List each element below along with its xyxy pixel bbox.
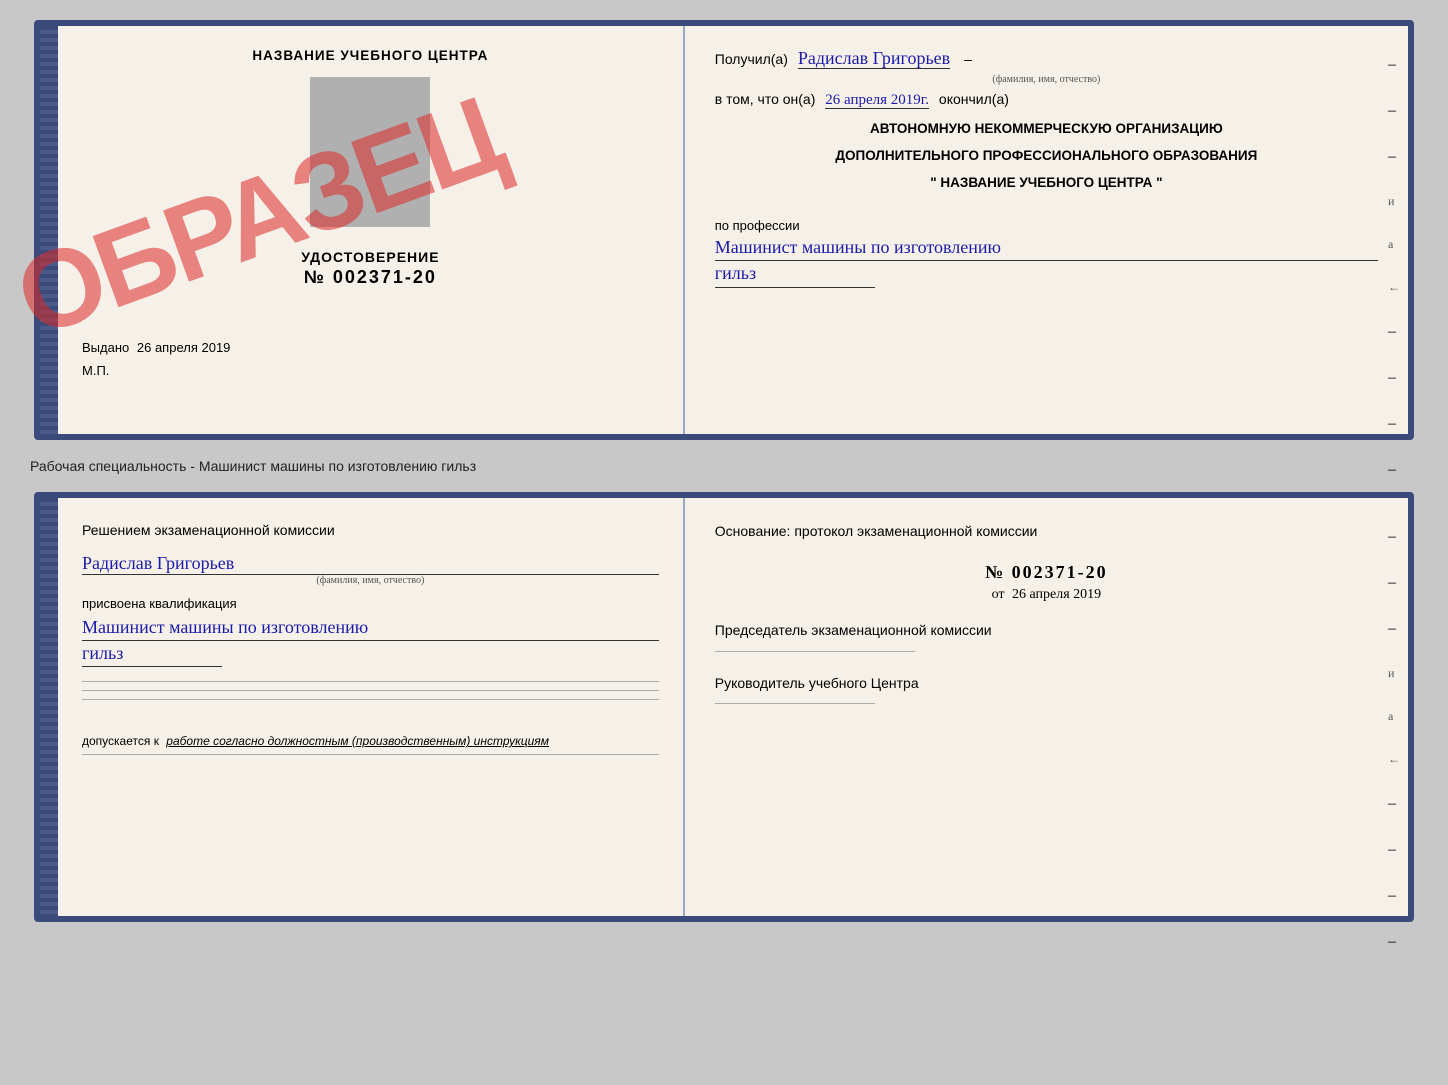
qualification-line2: гильз (82, 641, 222, 667)
photo-box (310, 77, 430, 227)
spine-bottom (40, 498, 58, 916)
udostoverenie-block: УДОСТОВЕРЕНИЕ № 002371-20 (82, 249, 659, 290)
vydano-line: Выдано 26 апреля 2019 (82, 340, 659, 355)
pred-title: Председатель экзаменационной комиссии (715, 619, 1378, 643)
vtom-line: в том, что он(а) 26 апреля 2019г. окончи… (715, 91, 1378, 109)
side-dashes-bottom: – – – и а ← – – – – (1388, 528, 1400, 951)
dopusk-line (82, 754, 659, 755)
bottom-date-line: от 26 апреля 2019 (715, 587, 1378, 603)
okonchil-label: окончил(а) (939, 91, 1009, 107)
komissia-title: Решением экзаменационной комиссии (82, 520, 659, 541)
bottom-document: Решением экзаменационной комиссии Радисл… (34, 492, 1414, 922)
bottom-recipient-name: Радислав Григорьев (82, 553, 659, 575)
stamp-text: ОБРАЗЕЦ (5, 84, 511, 349)
qualification-line1: Машинист машины по изготовлению (82, 615, 659, 641)
top-document: НАЗВАНИЕ УЧЕБНОГО ЦЕНТРА ОБРАЗЕЦ УДОСТОВ… (34, 20, 1414, 440)
blank-line1 (82, 681, 659, 682)
poluchil-block: Получил(а) Радислав Григорьев – (715, 48, 1378, 70)
profession-line1: Машинист машины по изготовлению (715, 235, 1378, 261)
poluchil-label: Получил(а) (715, 51, 788, 67)
fam-subtitle-top: (фамилия, имя, отчество) (715, 74, 1378, 85)
top-right-panel: Получил(а) Радислав Григорьев – (фамилия… (685, 26, 1408, 434)
profession-line2: гильз (715, 261, 875, 287)
blank-line2 (82, 690, 659, 691)
spine-top (40, 26, 58, 434)
bottom-date: 26 апреля 2019 (1012, 587, 1101, 602)
udostoverenie-num: № 002371-20 (82, 267, 659, 288)
org-line1: АВТОНОМНУЮ НЕКОММЕРЧЕСКУЮ ОРГАНИЗАЦИЮ (715, 119, 1378, 140)
dash1: – (964, 51, 972, 67)
school-name-title: НАЗВАНИЕ УЧЕБНОГО ЦЕНТРА (82, 48, 659, 63)
bottom-right-panel: Основание: протокол экзаменационной коми… (685, 498, 1408, 916)
side-dashes-top: – – – и а ← – – – – (1388, 56, 1400, 479)
dopusk-text: работе согласно должностным (производств… (166, 734, 549, 748)
dopusk-block: допускается к работе согласно должностны… (82, 734, 659, 748)
dopusk-label: допускается к (82, 734, 159, 748)
po-professii-label: по профессии (715, 218, 1378, 233)
blank-line3 (82, 699, 659, 700)
bottom-left-panel: Решением экзаменационной комиссии Радисл… (58, 498, 685, 916)
udostoverenie-label: УДОСТОВЕРЕНИЕ (82, 249, 659, 265)
vtom-label: в том, что он(а) (715, 91, 816, 107)
recipient-name: Радислав Григорьев (798, 48, 950, 69)
separator-text: Рабочая специальность - Машинист машины … (20, 458, 476, 474)
bottom-fam-subtitle: (фамилия, имя, отчество) (82, 575, 659, 586)
org-line2: ДОПОЛНИТЕЛЬНОГО ПРОФЕССИОНАЛЬНОГО ОБРАЗО… (715, 146, 1378, 167)
bottom-num: № 002371-20 (715, 562, 1378, 583)
org-line3: " НАЗВАНИЕ УЧЕБНОГО ЦЕНТРА " (715, 173, 1378, 194)
ruk-sign-line (715, 703, 875, 704)
finish-date: 26 апреля 2019г. (825, 92, 929, 109)
vydano-label: Выдано (82, 340, 129, 355)
vydano-date: 26 апреля 2019 (137, 340, 231, 355)
mp-line: М.П. (82, 363, 659, 378)
osnovanie-text: Основание: протокол экзаменационной коми… (715, 520, 1378, 544)
top-left-panel: НАЗВАНИЕ УЧЕБНОГО ЦЕНТРА ОБРАЗЕЦ УДОСТОВ… (58, 26, 685, 434)
prisvoena-label: присвоена квалификация (82, 596, 659, 611)
ruk-title: Руководитель учебного Центра (715, 672, 1378, 696)
pred-sign-line (715, 651, 915, 652)
ot-label: от (992, 587, 1005, 602)
